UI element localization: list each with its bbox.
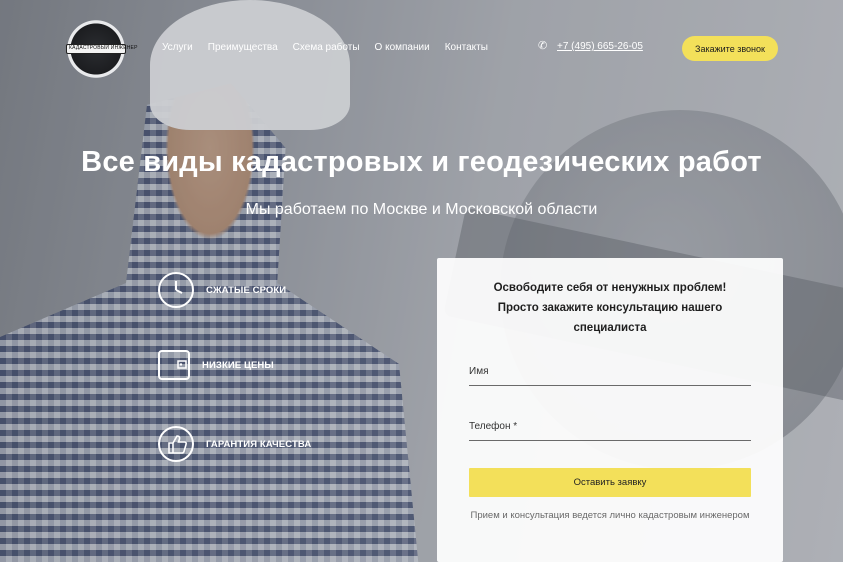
phone-icon: ✆ (538, 40, 548, 52)
header-phone: ✆ +7 (495) 665-26-05 (538, 40, 643, 53)
form-title: Освободите себя от ненужных проблем! Про… (493, 282, 727, 334)
wallet-icon (158, 350, 190, 380)
name-placeholder: Имя (469, 366, 489, 377)
feature-quality: ГАРАНТИЯ КАЧЕСТВА (158, 426, 311, 462)
nav-advantages[interactable]: Преимущества (208, 42, 278, 53)
consultation-form: Освободите себя от ненужных проблем! Про… (437, 258, 783, 562)
feature-label: СЖАТЫЕ СРОКИ (206, 284, 287, 296)
name-field[interactable]: Имя (469, 366, 751, 386)
page-subtitle: Мы работаем по Москве и Московской облас… (245, 201, 598, 218)
phone-link[interactable]: +7 (495) 665-26-05 (557, 41, 643, 52)
clock-icon (158, 272, 194, 308)
nav-contacts[interactable]: Контакты (445, 42, 488, 53)
main-nav: Услуги Преимущества Схема работы О компа… (162, 42, 488, 53)
feature-label: ГАРАНТИЯ КАЧЕСТВА (206, 438, 312, 450)
feature-price: НИЗКИЕ ЦЕНЫ (158, 350, 274, 380)
phone-field[interactable]: Телефон * (469, 421, 751, 441)
nav-workflow[interactable]: Схема работы (293, 42, 360, 53)
logo-text: КАДАСТРОВЫЙ ИНЖЕНЕР (69, 45, 138, 51)
form-note: Прием и консультация ведется лично кадас… (470, 510, 750, 521)
nav-services[interactable]: Услуги (162, 42, 193, 53)
feature-label: НИЗКИЕ ЦЕНЫ (202, 359, 274, 371)
company-logo[interactable]: КАДАСТРОВЫЙ ИНЖЕНЕР (62, 18, 137, 80)
feature-fast: СЖАТЫЕ СРОКИ (158, 272, 286, 308)
submit-button[interactable]: Оставить заявку (469, 468, 751, 497)
nav-about[interactable]: О компании (375, 42, 430, 53)
phone-placeholder: Телефон * (469, 421, 518, 432)
thumbs-up-icon (158, 426, 194, 462)
page-title: Все виды кадастровых и геодезических раб… (81, 146, 762, 178)
call-back-button[interactable]: Закажите звонок (682, 36, 778, 61)
